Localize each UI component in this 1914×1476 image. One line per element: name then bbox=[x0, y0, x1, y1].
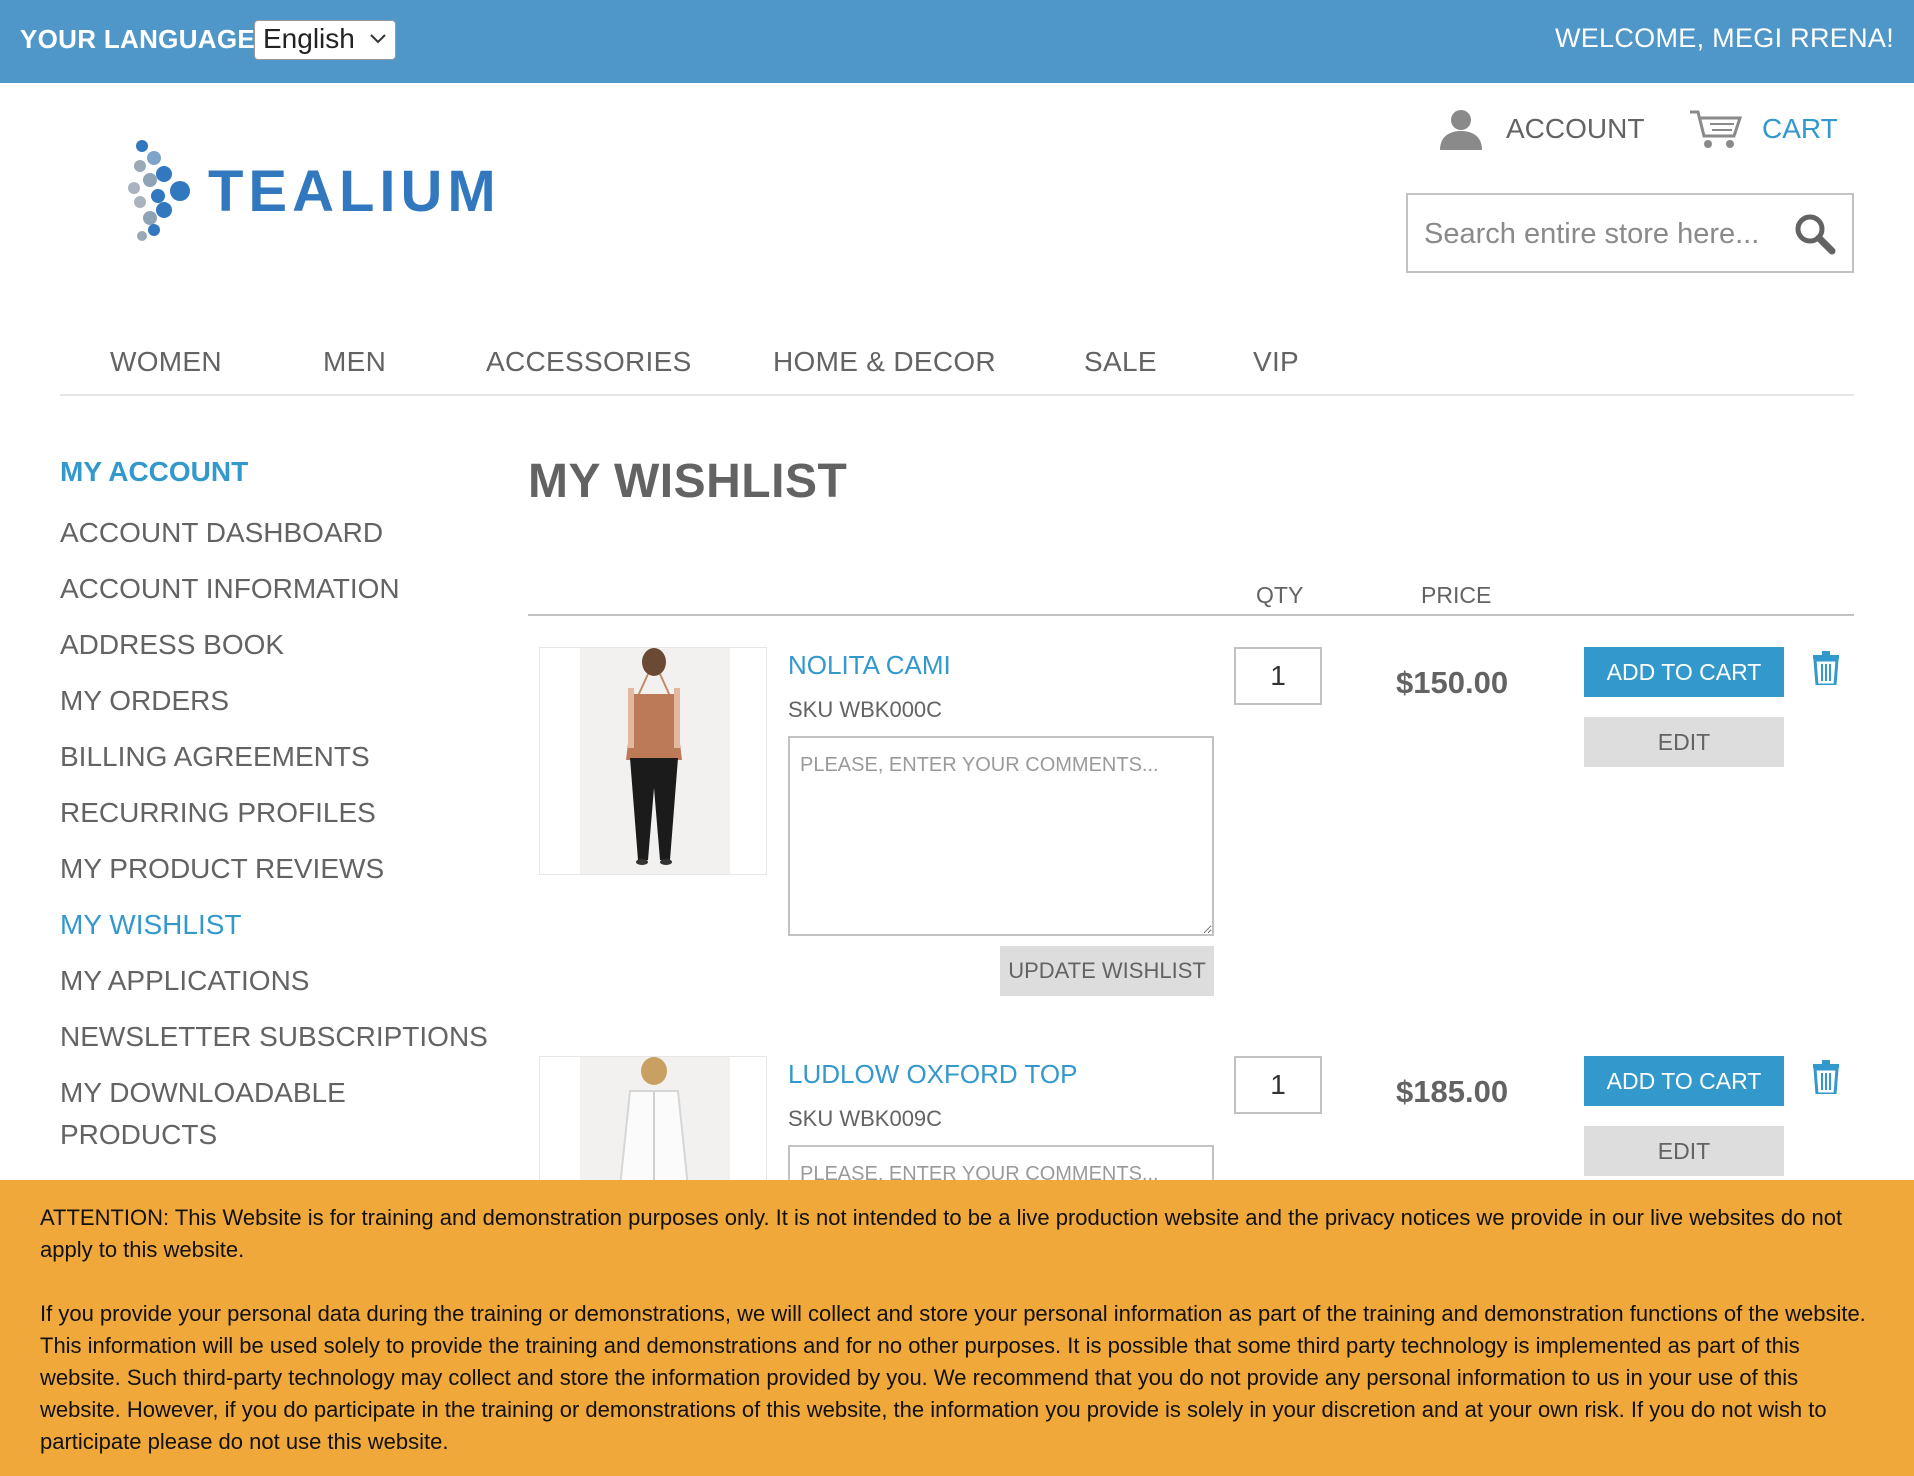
language-select[interactable]: English bbox=[254, 20, 396, 60]
product-sku: SKU WBK000C bbox=[788, 697, 943, 722]
account-link[interactable]: ACCOUNT bbox=[1438, 104, 1644, 154]
sidebar-item-billing-agreements[interactable]: BILLING AGREEMENTS bbox=[60, 736, 490, 778]
top-bar: YOUR LANGUAGE: English WELCOME, MEGI RRE… bbox=[0, 0, 1914, 83]
page-title: MY WISHLIST bbox=[528, 455, 848, 508]
account-sidebar: MY ACCOUNT ACCOUNT DASHBOARD ACCOUNT INF… bbox=[60, 456, 490, 1170]
column-header-qty: QTY bbox=[1256, 582, 1304, 608]
cart-link[interactable]: CART bbox=[1688, 104, 1838, 154]
language-label: YOUR LANGUAGE: bbox=[20, 24, 264, 54]
cart-icon bbox=[1690, 110, 1743, 148]
comment-textarea[interactable] bbox=[788, 736, 1214, 936]
cart-label: CART bbox=[1762, 113, 1838, 144]
search-input[interactable] bbox=[1422, 213, 1786, 255]
sidebar-item-account-dashboard[interactable]: ACCOUNT DASHBOARD bbox=[60, 512, 490, 554]
quantity-input[interactable] bbox=[1234, 647, 1322, 705]
welcome-message: WELCOME, MEGI RRENA! bbox=[1554, 23, 1894, 53]
column-header-price: PRICE bbox=[1421, 582, 1492, 608]
add-to-cart-button[interactable]: ADD TO CART bbox=[1584, 647, 1784, 697]
sidebar-item-my-applications[interactable]: MY APPLICATIONS bbox=[60, 960, 490, 1002]
logo-mark-icon bbox=[128, 140, 190, 241]
store-logo[interactable]: TEALIUM bbox=[128, 136, 578, 246]
product-price: $150.00 bbox=[1396, 665, 1509, 700]
trash-icon[interactable] bbox=[1811, 1060, 1841, 1094]
table-header-divider bbox=[528, 614, 1854, 616]
product-price: $185.00 bbox=[1396, 1074, 1509, 1109]
main-nav: WOMEN MEN ACCESSORIES HOME & DECOR SALE … bbox=[60, 336, 1854, 396]
sidebar-item-account-information[interactable]: ACCOUNT INFORMATION bbox=[60, 568, 490, 610]
product-name-link[interactable]: LUDLOW OXFORD TOP bbox=[788, 1059, 1077, 1090]
sidebar-title: MY ACCOUNT bbox=[60, 456, 249, 487]
product-sku: SKU WBK009C bbox=[788, 1106, 943, 1131]
nav-accessories[interactable]: ACCESSORIES bbox=[486, 346, 692, 378]
logo-text: TEALIUM bbox=[208, 159, 501, 224]
attention-notice: ATTENTION: This Website is for training … bbox=[0, 1180, 1914, 1476]
sidebar-item-my-wishlist[interactable]: MY WISHLIST bbox=[60, 904, 490, 946]
user-icon bbox=[1440, 110, 1482, 150]
notice-paragraph-2: If you provide your personal data during… bbox=[40, 1301, 1866, 1454]
nav-home-decor[interactable]: HOME & DECOR bbox=[773, 346, 996, 378]
product-image-nolita-cami[interactable] bbox=[539, 647, 767, 875]
nav-women[interactable]: WOMEN bbox=[110, 346, 222, 378]
add-to-cart-button[interactable]: ADD TO CART bbox=[1584, 1056, 1784, 1106]
sidebar-item-my-orders[interactable]: MY ORDERS bbox=[60, 680, 490, 722]
product-name-link[interactable]: NOLITA CAMI bbox=[788, 650, 951, 681]
nav-vip[interactable]: VIP bbox=[1253, 346, 1299, 378]
search-box bbox=[1406, 193, 1854, 273]
sidebar-item-newsletter-subscriptions[interactable]: NEWSLETTER SUBSCRIPTIONS bbox=[60, 1016, 490, 1058]
chevron-down-icon bbox=[369, 27, 387, 56]
sidebar-item-address-book[interactable]: ADDRESS BOOK bbox=[60, 624, 490, 666]
edit-button[interactable]: EDIT bbox=[1584, 1126, 1784, 1176]
language-value: English bbox=[263, 23, 355, 54]
sidebar-item-my-downloadable-products[interactable]: MY DOWNLOADABLE PRODUCTS bbox=[60, 1072, 360, 1156]
nav-men[interactable]: MEN bbox=[323, 346, 386, 378]
sidebar-item-my-product-reviews[interactable]: MY PRODUCT REVIEWS bbox=[60, 848, 490, 890]
update-wishlist-button[interactable]: UPDATE WISHLIST bbox=[1000, 946, 1214, 996]
account-label: ACCOUNT bbox=[1506, 113, 1645, 144]
sidebar-item-recurring-profiles[interactable]: RECURRING PROFILES bbox=[60, 792, 490, 834]
quantity-input[interactable] bbox=[1234, 1056, 1322, 1114]
search-icon[interactable] bbox=[1794, 213, 1836, 255]
notice-paragraph-1: ATTENTION: This Website is for training … bbox=[40, 1205, 1843, 1262]
trash-icon[interactable] bbox=[1811, 651, 1841, 685]
nav-sale[interactable]: SALE bbox=[1084, 346, 1157, 378]
edit-button[interactable]: EDIT bbox=[1584, 717, 1784, 767]
